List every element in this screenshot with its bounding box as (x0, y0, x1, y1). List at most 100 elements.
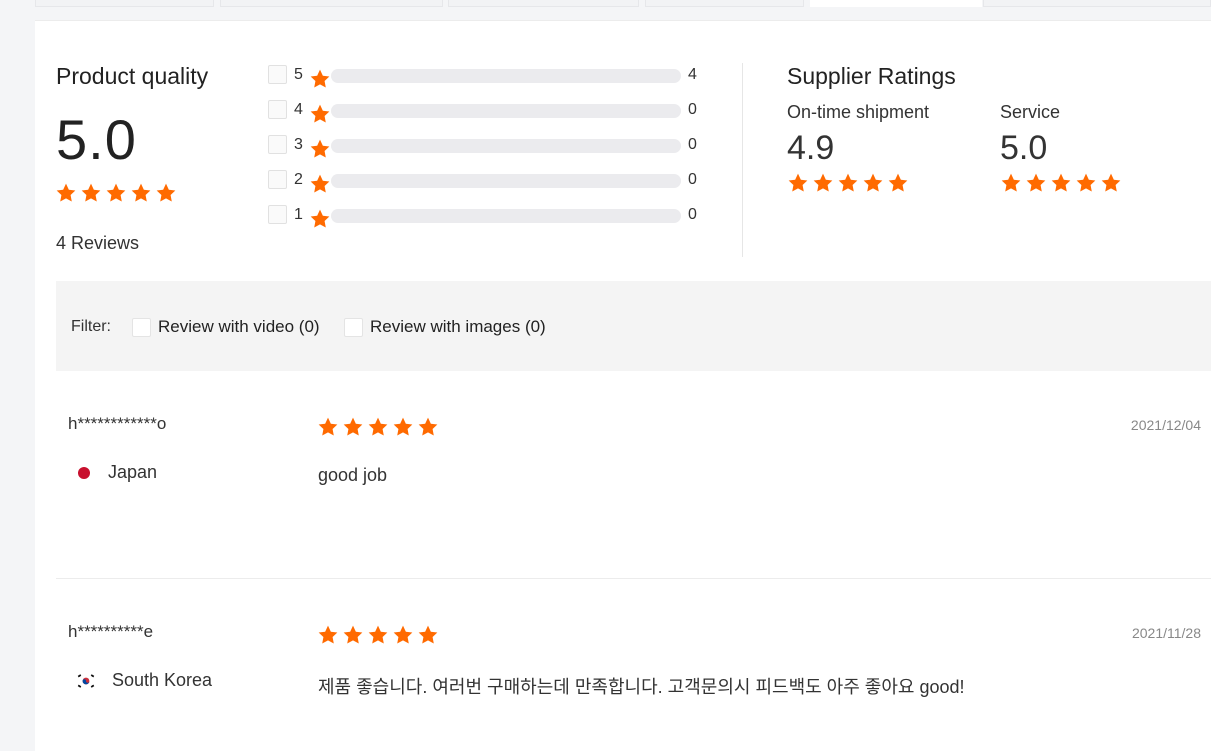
review-text: good job (318, 465, 388, 485)
rating-distribution: 5 4 4 0 3 0 2 0 1 0 (268, 64, 708, 239)
star-icon (81, 183, 101, 202)
filter-video-option[interactable]: Review with video (0) (132, 317, 320, 337)
reviewer-name: h**********e (68, 622, 154, 641)
star-icon (863, 173, 883, 192)
star-icon (309, 103, 330, 123)
section-divider (742, 63, 743, 257)
filter-bar: Filter: Review with video (0) Review wit… (56, 281, 1211, 371)
star-icon (106, 183, 126, 202)
rating-level: 4 (294, 101, 303, 118)
rating-level: 3 (294, 136, 303, 153)
tab-3[interactable] (448, 0, 639, 7)
on-time-shipment-stars (787, 172, 929, 194)
star-icon (393, 625, 413, 644)
star-icon (1001, 173, 1021, 192)
service-label: Service (1000, 102, 1061, 122)
country-name: South Korea (112, 670, 213, 690)
star-icon (309, 173, 330, 193)
star-icon (418, 417, 438, 436)
rating-count: 0 (688, 171, 697, 188)
rating-bar (331, 209, 681, 223)
star-icon (309, 138, 330, 158)
rating-count: 0 (688, 206, 697, 223)
star-icon (368, 625, 388, 644)
star-icon (343, 625, 363, 644)
star-icon (1076, 173, 1096, 192)
tab-4[interactable] (645, 0, 804, 7)
rating-row-4[interactable]: 4 0 (268, 99, 708, 134)
on-time-shipment-rating: On-time shipment 4.9 (787, 102, 929, 194)
filter-video-label: Review with video (0) (158, 317, 320, 336)
rating-count: 0 (688, 136, 697, 153)
star-icon (788, 173, 808, 192)
rating-checkbox[interactable] (268, 135, 287, 154)
star-icon (418, 625, 438, 644)
review-date: 2021/11/28 (1131, 625, 1201, 641)
tab-reviews[interactable] (810, 0, 982, 7)
tab-1[interactable] (35, 0, 214, 7)
star-icon (309, 68, 330, 88)
star-icon (310, 104, 330, 123)
rating-row-2[interactable]: 2 0 (268, 169, 708, 204)
japan-flag-icon (76, 465, 92, 481)
star-icon (1026, 173, 1046, 192)
star-icon (318, 625, 338, 644)
review-date: 2021/12/04 (1130, 417, 1201, 433)
rating-bar (331, 69, 681, 83)
rating-level: 1 (294, 206, 303, 223)
star-icon (309, 208, 330, 228)
star-icon (1051, 173, 1071, 192)
rating-level: 5 (294, 66, 303, 83)
review-text: 제품 좋습니다. 여러번 구매하는데 만족합니다. 고객문의시 피드백도 아주 … (318, 677, 965, 697)
star-icon (310, 174, 330, 193)
product-quality-score: 5.0 (56, 108, 137, 171)
star-icon (156, 183, 176, 202)
star-icon (813, 173, 833, 192)
rating-row-3[interactable]: 3 0 (268, 134, 708, 169)
rating-bar (331, 139, 681, 153)
star-icon (310, 69, 330, 88)
filter-label: Filter: (71, 318, 111, 335)
filter-images-checkbox[interactable] (344, 317, 363, 337)
rating-row-1[interactable]: 1 0 (268, 204, 708, 239)
review-stars (317, 416, 439, 438)
product-quality-stars (55, 182, 177, 204)
reviewer-country: South Korea (76, 670, 212, 691)
star-icon (343, 417, 363, 436)
on-time-shipment-score: 4.9 (787, 129, 835, 167)
rating-checkbox[interactable] (268, 170, 287, 189)
tab-bar (35, 0, 1211, 20)
rating-count: 0 (688, 101, 697, 118)
reviews-panel: Product quality 5.0 4 Reviews 5 4 4 0 3 … (35, 20, 1211, 751)
supplier-ratings-title: Supplier Ratings (787, 63, 956, 89)
product-quality-title: Product quality (56, 63, 209, 89)
rating-bar (331, 174, 681, 188)
service-stars (1000, 172, 1122, 194)
reviewer-country: Japan (76, 462, 157, 483)
star-icon (318, 417, 338, 436)
tab-6[interactable] (983, 0, 1211, 7)
service-score: 5.0 (1000, 129, 1048, 167)
filter-images-option[interactable]: Review with images (0) (344, 317, 546, 337)
review-divider (56, 578, 1211, 579)
tab-2[interactable] (220, 0, 443, 7)
rating-checkbox[interactable] (268, 100, 287, 119)
review-stars (317, 624, 439, 646)
star-icon (1101, 173, 1121, 192)
rating-bar (331, 104, 681, 118)
star-icon (838, 173, 858, 192)
rating-checkbox[interactable] (268, 65, 287, 84)
star-icon (393, 417, 413, 436)
filter-video-checkbox[interactable] (132, 317, 151, 337)
star-icon (368, 417, 388, 436)
rating-row-5[interactable]: 5 4 (268, 64, 708, 99)
rating-level: 2 (294, 171, 303, 188)
on-time-shipment-label: On-time shipment (787, 102, 930, 122)
service-rating: Service 5.0 (1000, 102, 1122, 194)
filter-images-label: Review with images (0) (370, 317, 546, 336)
star-icon (310, 209, 330, 228)
star-icon (56, 183, 76, 202)
south-korea-flag-icon (76, 672, 96, 689)
rating-checkbox[interactable] (268, 205, 287, 224)
review-count: 4 Reviews (56, 233, 140, 253)
